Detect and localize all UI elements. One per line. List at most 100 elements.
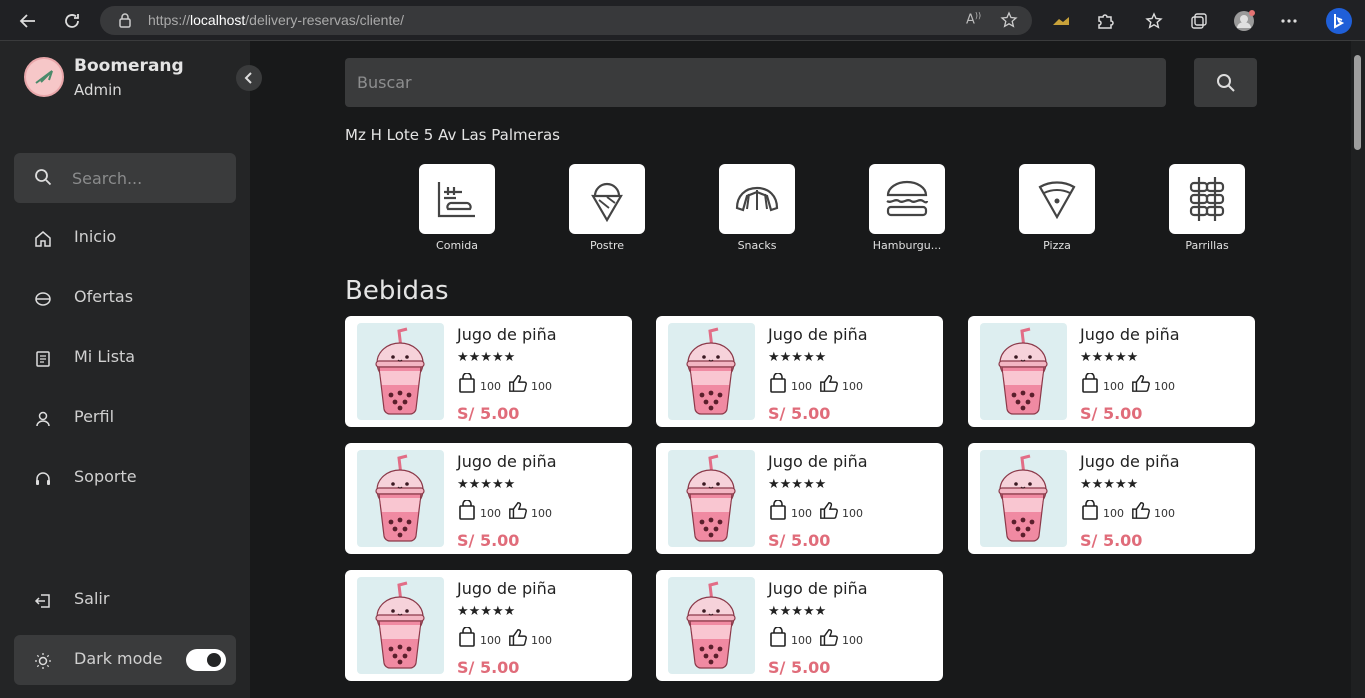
orders-count: 100 xyxy=(480,634,501,647)
category-label: Pizza xyxy=(1043,239,1071,252)
product-price: S/ 5.00 xyxy=(768,531,831,550)
product-card[interactable]: Jugo de piña ★★★★★ 100 100 S/ 5.00 xyxy=(656,316,943,427)
sidebar-item-ofertas[interactable]: Ofertas xyxy=(14,273,236,323)
category-tile xyxy=(1019,164,1095,234)
product-name: Jugo de piña xyxy=(768,579,868,598)
thumbs-up-icon[interactable] xyxy=(508,626,528,648)
logout-label: Salir xyxy=(74,589,110,608)
more-menu-icon[interactable] xyxy=(1278,10,1300,32)
rating-stars: ★★★★★ xyxy=(768,477,827,492)
sidebar-item-label: Soporte xyxy=(74,467,137,486)
logout-button[interactable]: Salir xyxy=(14,575,236,625)
bing-icon[interactable] xyxy=(1325,7,1353,35)
thumbs-up-icon[interactable] xyxy=(508,372,528,394)
shopping-bag-icon xyxy=(457,499,477,521)
sidebar-item-perfil[interactable]: Perfil xyxy=(14,393,236,443)
collapse-sidebar-button[interactable] xyxy=(236,65,262,91)
rating-stars: ★★★★★ xyxy=(1080,477,1139,492)
product-image xyxy=(668,450,755,547)
orders-count: 100 xyxy=(1103,380,1124,393)
product-card[interactable]: Jugo de piña ★★★★★ 100 100 S/ 5.00 xyxy=(656,443,943,554)
category-hamburguesas[interactable]: Hamburgu... xyxy=(869,164,945,252)
thumbs-up-icon[interactable] xyxy=(508,499,528,521)
category-tile xyxy=(719,164,795,234)
product-stats: 100 100 xyxy=(457,499,556,521)
sidebar: Boomerang Admin Inicio Ofertas Mi Lista … xyxy=(0,41,262,698)
skewer-icon xyxy=(1189,177,1225,221)
read-aloud-icon[interactable]: A)) xyxy=(966,11,981,27)
main-search-input[interactable] xyxy=(357,58,1137,107)
brand-logo xyxy=(24,57,64,97)
address-bar[interactable]: https://localhost/delivery-reservas/clie… xyxy=(100,6,1032,35)
search-button[interactable] xyxy=(1194,58,1257,107)
product-card[interactable]: Jugo de piña ★★★★★ 100 100 S/ 5.00 xyxy=(656,570,943,681)
sidebar-item-mi-lista[interactable]: Mi Lista xyxy=(14,333,236,383)
pizza-icon xyxy=(1038,181,1076,219)
product-card[interactable]: Jugo de piña ★★★★★ 100 100 S/ 5.00 xyxy=(968,443,1255,554)
product-image xyxy=(980,450,1067,547)
profile-avatar-icon[interactable] xyxy=(1233,10,1255,32)
product-card[interactable]: Jugo de piña ★★★★★ 100 100 S/ 5.00 xyxy=(968,316,1255,427)
logout-icon xyxy=(32,590,54,612)
likes-count: 100 xyxy=(531,380,552,393)
dark-mode-toggle[interactable] xyxy=(186,649,226,671)
ice-cream-icon xyxy=(591,182,623,222)
thumbs-up-icon[interactable] xyxy=(819,499,839,521)
ticket-icon xyxy=(32,288,54,310)
scrollbar-thumb[interactable] xyxy=(1354,55,1361,150)
product-image xyxy=(357,450,444,547)
product-stats: 100 100 xyxy=(768,372,867,394)
thumbs-up-icon[interactable] xyxy=(819,372,839,394)
rating-stars: ★★★★★ xyxy=(457,477,516,492)
shopping-bag-icon xyxy=(457,626,477,648)
list-icon xyxy=(32,348,54,370)
reload-icon[interactable] xyxy=(59,8,85,34)
puzzle-icon[interactable] xyxy=(1094,10,1116,32)
product-image xyxy=(980,323,1067,420)
category-tile xyxy=(569,164,645,234)
category-label: Comida xyxy=(436,239,478,252)
add-favorite-icon[interactable] xyxy=(1000,11,1018,33)
product-image xyxy=(357,577,444,674)
category-comida[interactable]: Comida xyxy=(419,164,495,252)
category-parrillas[interactable]: Parrillas xyxy=(1169,164,1245,252)
category-label: Hamburgu... xyxy=(872,239,942,252)
user-icon xyxy=(32,408,54,430)
category-label: Snacks xyxy=(737,239,777,252)
dark-mode-label: Dark mode xyxy=(74,649,163,668)
extension-icon[interactable] xyxy=(1050,10,1072,32)
orders-count: 100 xyxy=(480,507,501,520)
category-snacks[interactable]: Snacks xyxy=(719,164,795,252)
product-stats: 100 100 xyxy=(768,499,867,521)
category-tile xyxy=(1169,164,1245,234)
product-image xyxy=(357,323,444,420)
category-tile xyxy=(869,164,945,234)
sidebar-search-input[interactable] xyxy=(72,153,222,203)
product-card[interactable]: Jugo de piña ★★★★★ 100 100 S/ 5.00 xyxy=(345,316,632,427)
product-stats: 100 100 xyxy=(1080,499,1179,521)
rating-stars: ★★★★★ xyxy=(457,604,516,619)
category-pizza[interactable]: Pizza xyxy=(1019,164,1095,252)
sidebar-item-soporte[interactable]: Soporte xyxy=(14,453,236,503)
product-image xyxy=(668,323,755,420)
collections-icon[interactable] xyxy=(1188,10,1210,32)
product-card[interactable]: Jugo de piña ★★★★★ 100 100 S/ 5.00 xyxy=(345,443,632,554)
sidebar-item-label: Perfil xyxy=(74,407,115,426)
thumbs-up-icon[interactable] xyxy=(1131,499,1151,521)
main-search xyxy=(345,58,1166,107)
back-arrow-icon[interactable] xyxy=(15,8,41,34)
product-card[interactable]: Jugo de piña ★★★★★ 100 100 S/ 5.00 xyxy=(345,570,632,681)
product-price: S/ 5.00 xyxy=(457,531,520,550)
category-label: Postre xyxy=(589,239,625,252)
sidebar-item-inicio[interactable]: Inicio xyxy=(14,213,236,263)
delivery-address: Mz H Lote 5 Av Las Palmeras xyxy=(345,126,560,144)
sidebar-item-label: Inicio xyxy=(74,227,117,246)
category-postre[interactable]: Postre xyxy=(569,164,645,252)
thumbs-up-icon[interactable] xyxy=(819,626,839,648)
shopping-bag-icon xyxy=(768,499,788,521)
burger-icon xyxy=(886,180,929,217)
thumbs-up-icon[interactable] xyxy=(1131,372,1151,394)
favorites-icon[interactable] xyxy=(1143,10,1165,32)
likes-count: 100 xyxy=(842,380,863,393)
product-price: S/ 5.00 xyxy=(1080,531,1143,550)
